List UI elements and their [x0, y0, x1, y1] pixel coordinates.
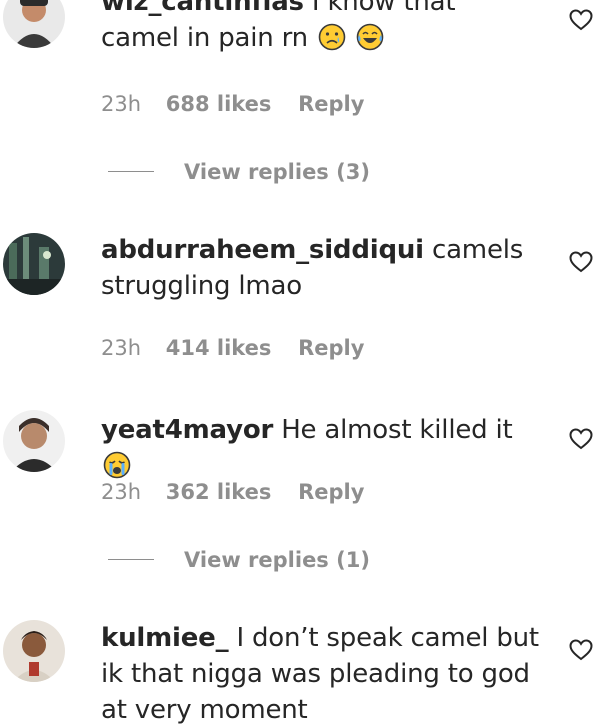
loudly-crying-emoji [103, 451, 131, 479]
comment-time: 23h [101, 92, 142, 116]
reply-button[interactable]: Reply [298, 336, 364, 360]
reply-button[interactable]: Reply [298, 92, 364, 116]
heart-outline-icon[interactable] [569, 251, 593, 273]
view-replies-label: View replies (3) [184, 160, 370, 184]
comment-meta: 23h 688 likes Reply [101, 92, 364, 116]
comment-username[interactable]: abdurraheem_siddiqui [101, 235, 424, 265]
comment-body: He almost killed it [281, 415, 513, 445]
heart-outline-icon[interactable] [569, 9, 593, 31]
comment-text: abdurraheem_siddiqui camels struggling l… [101, 232, 541, 304]
heart-outline-icon[interactable] [569, 639, 593, 661]
heart-outline-icon[interactable] [569, 428, 593, 450]
comment-username[interactable]: wiz_cantinflas [101, 0, 304, 17]
divider-line [108, 170, 154, 172]
comment-username[interactable]: kulmiee_ [101, 623, 229, 653]
comment-meta: 23h 362 likes Reply [101, 480, 364, 504]
comment-likes[interactable]: 414 likes [166, 336, 272, 360]
avatar[interactable] [3, 233, 65, 295]
comment-time: 23h [101, 480, 142, 504]
view-replies-button[interactable]: View replies (1) [108, 548, 370, 572]
avatar[interactable] [3, 0, 65, 48]
comment-time: 23h [101, 336, 142, 360]
comment-text: wiz_cantinflas I know that camel in pain… [101, 0, 541, 56]
comment-likes[interactable]: 688 likes [166, 92, 272, 116]
tears-of-joy-emoji [356, 23, 384, 51]
view-replies-label: View replies (1) [184, 548, 370, 572]
comment-likes[interactable]: 362 likes [166, 480, 272, 504]
comment-text: kulmiee_ I don’t speak camel but ik that… [101, 620, 541, 728]
avatar[interactable] [3, 620, 65, 682]
comment-username[interactable]: yeat4mayor [101, 415, 273, 445]
avatar[interactable] [3, 410, 65, 472]
sad-face-emoji [318, 23, 346, 51]
reply-button[interactable]: Reply [298, 480, 364, 504]
comment-text: yeat4mayor He almost killed it [101, 412, 541, 484]
view-replies-button[interactable]: View replies (3) [108, 160, 370, 184]
comment-meta: 23h 414 likes Reply [101, 336, 364, 360]
divider-line [108, 558, 154, 560]
